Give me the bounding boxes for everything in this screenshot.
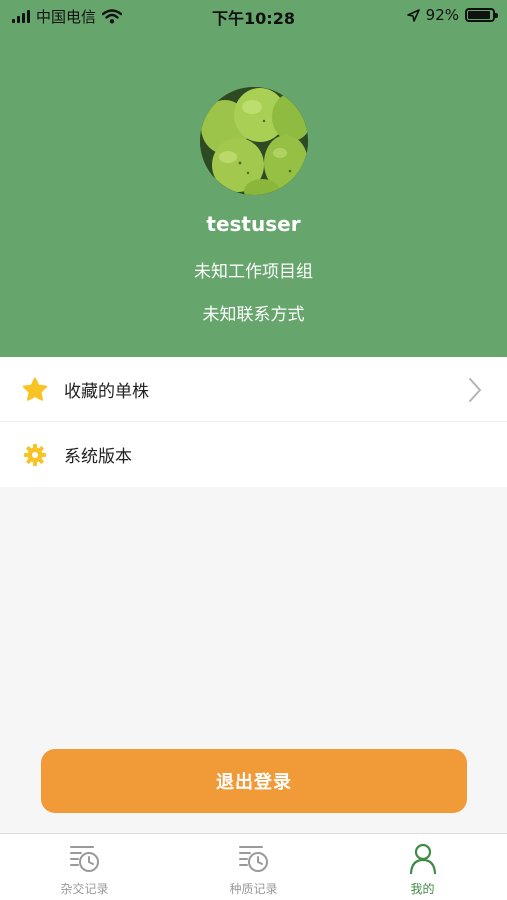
username: testuser xyxy=(206,212,301,236)
menu-item-label: 收藏的单株 xyxy=(64,381,149,402)
tab-mine[interactable]: 我的 xyxy=(338,834,507,900)
list-clock-icon xyxy=(238,846,268,872)
pears-avatar-image xyxy=(200,87,308,195)
avatar[interactable] xyxy=(200,87,308,195)
tab-bar: 杂交记录 种质记录 我的 xyxy=(0,833,507,900)
tab-germplasm-records[interactable]: 种质记录 xyxy=(169,834,338,900)
gear-icon xyxy=(24,444,46,466)
battery-percent: 92% xyxy=(425,6,459,24)
tab-label: 种质记录 xyxy=(229,882,278,896)
menu-item-label: 系统版本 xyxy=(64,447,132,467)
menu-item-version[interactable]: 系统版本 xyxy=(0,422,507,487)
status-bar: 中国电信 下午10:28 92% xyxy=(0,0,507,30)
star-icon xyxy=(22,377,48,401)
project-group: 未知工作项目组 xyxy=(194,262,313,282)
tab-cross-records[interactable]: 杂交记录 xyxy=(0,834,169,900)
tab-label: 杂交记录 xyxy=(60,882,109,896)
user-icon xyxy=(409,843,436,874)
settings-menu: 收藏的单株 系统版本 xyxy=(0,357,507,487)
menu-item-favorites[interactable]: 收藏的单株 xyxy=(0,357,507,422)
tab-label: 我的 xyxy=(410,882,435,896)
battery-icon xyxy=(465,8,498,22)
logout-button[interactable]: 退出登录 xyxy=(41,749,467,813)
contact-info: 未知联系方式 xyxy=(202,305,305,325)
location-arrow-icon xyxy=(406,8,420,22)
profile-header: 中国电信 下午10:28 92% testuser 未知工作项目组 未知联系方式 xyxy=(0,0,507,357)
chevron-right-icon xyxy=(469,378,481,402)
list-clock-icon xyxy=(69,846,99,872)
